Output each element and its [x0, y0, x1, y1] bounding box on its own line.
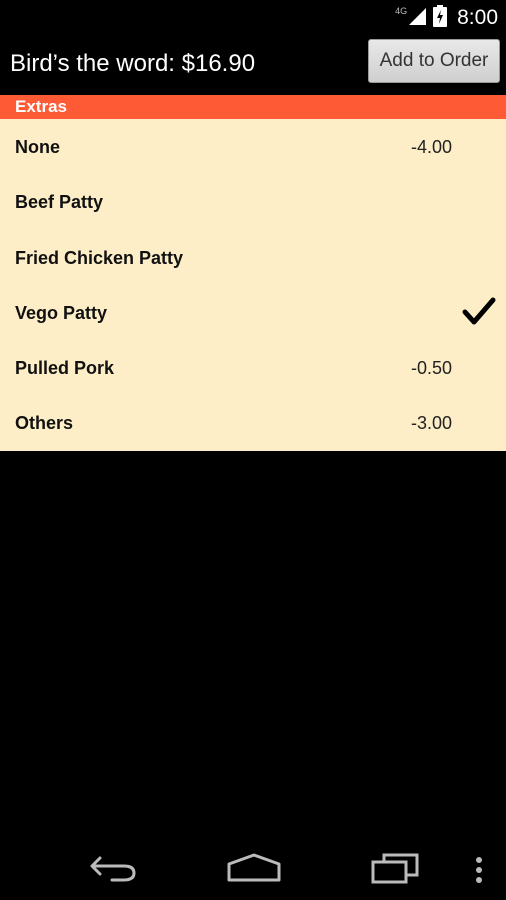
overflow-menu-icon[interactable] [474, 856, 484, 889]
status-bar: 4G 8:00 [0, 0, 506, 36]
option-price: -0.50 [410, 358, 452, 379]
status-icons: 4G 8:00 [395, 4, 498, 32]
extras-list: None -4.00 Beef Patty Fried Chicken Patt… [0, 119, 506, 451]
option-price: -4.00 [410, 137, 452, 157]
back-icon[interactable] [88, 852, 138, 889]
network-type-label: 4G [395, 6, 408, 16]
item-title: Bird’s the word: $16.90 [10, 50, 256, 77]
battery-icon [433, 4, 448, 32]
clock: 8:00 [457, 6, 498, 29]
system-navigation-bar [0, 836, 506, 900]
action-bar: Bird’s the word: $16.90 Add to Order [0, 36, 506, 92]
list-item[interactable]: Others -3.00 [0, 395, 506, 450]
option-label: Others [15, 413, 74, 434]
option-label: None [15, 137, 60, 157]
list-item[interactable]: Pulled Pork -0.50 [0, 340, 506, 395]
option-price: -3.00 [410, 413, 452, 434]
list-item[interactable]: Vego Patty [0, 285, 506, 340]
option-label: Beef Patty [15, 192, 104, 213]
list-item[interactable]: Beef Patty [0, 174, 506, 229]
signal-icon [407, 6, 427, 31]
add-to-order-button[interactable]: Add to Order [368, 39, 500, 83]
option-label: Fried Chicken Patty [15, 247, 184, 268]
option-label: Pulled Pork [15, 358, 115, 379]
option-label: Vego Patty [15, 302, 108, 323]
list-item[interactable]: None -4.00 [0, 119, 506, 174]
checkmark-icon [462, 297, 496, 327]
list-item[interactable]: Fried Chicken Patty [0, 230, 506, 285]
recent-apps-icon[interactable] [370, 852, 420, 889]
home-icon[interactable] [226, 852, 282, 889]
section-header-extras: Extras [0, 95, 506, 119]
